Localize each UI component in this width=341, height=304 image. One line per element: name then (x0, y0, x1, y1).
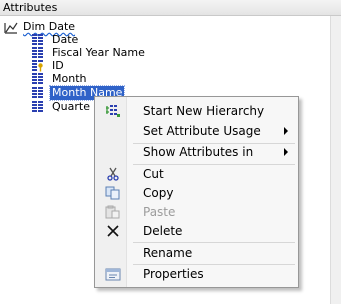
tree-root-dim-date[interactable]: Dim Date (4, 20, 76, 34)
tree-item-label: Quarte (52, 100, 90, 113)
menu-item-cut[interactable]: Cut (95, 164, 298, 184)
menu-item-start-new-hierarchy[interactable]: Start New Hierarchy (95, 101, 298, 121)
paste-icon (105, 205, 120, 219)
tree-item-label: Fiscal Year Name (52, 46, 145, 59)
menu-item-rename[interactable]: Rename (95, 243, 298, 263)
properties-icon (105, 268, 121, 281)
attribute-icon (32, 47, 43, 58)
tree-item-label: Date (52, 33, 79, 46)
menu-item-label: Delete (143, 224, 183, 238)
delete-x-icon (107, 225, 119, 237)
menu-item-label: Properties (143, 267, 204, 281)
menu-item-set-attribute-usage[interactable]: Set Attribute Usage (95, 121, 298, 141)
menu-item-paste[interactable]: Paste (95, 202, 298, 222)
key-attribute-icon (32, 60, 43, 72)
dimension-icon (4, 22, 18, 34)
attribute-icon (32, 101, 43, 112)
menu-item-label: Paste (143, 205, 176, 219)
tree-item-label: ID (52, 59, 64, 72)
vertical-scrollbar[interactable] (330, 16, 341, 304)
menu-item-properties[interactable]: Properties (95, 264, 298, 284)
menu-item-copy[interactable]: Copy (95, 183, 298, 203)
scissors-icon (107, 167, 119, 181)
tree-root-label: Dim Date (23, 20, 76, 33)
submenu-arrow-icon (284, 127, 288, 135)
tree-item-label: Month (52, 72, 87, 85)
context-menu: Start New Hierarchy Set Attribute Usage … (94, 96, 299, 288)
menu-item-delete[interactable]: Delete (95, 221, 298, 241)
attribute-icon (32, 73, 43, 84)
menu-item-label: Start New Hierarchy (143, 104, 265, 118)
copy-icon (105, 186, 120, 200)
attribute-icon (32, 34, 43, 45)
panel-title: Attributes (3, 1, 58, 14)
hierarchy-icon (106, 105, 120, 117)
attributes-panel-header: Attributes (0, 0, 341, 16)
menu-item-label: Cut (143, 167, 164, 181)
submenu-arrow-icon (284, 148, 288, 156)
menu-item-label: Copy (143, 186, 174, 200)
menu-item-label: Show Attributes in (143, 145, 254, 159)
menu-item-label: Set Attribute Usage (143, 124, 261, 138)
menu-item-label: Rename (143, 246, 193, 260)
attribute-icon (32, 87, 43, 98)
menu-item-show-attributes-in[interactable]: Show Attributes in (95, 142, 298, 162)
